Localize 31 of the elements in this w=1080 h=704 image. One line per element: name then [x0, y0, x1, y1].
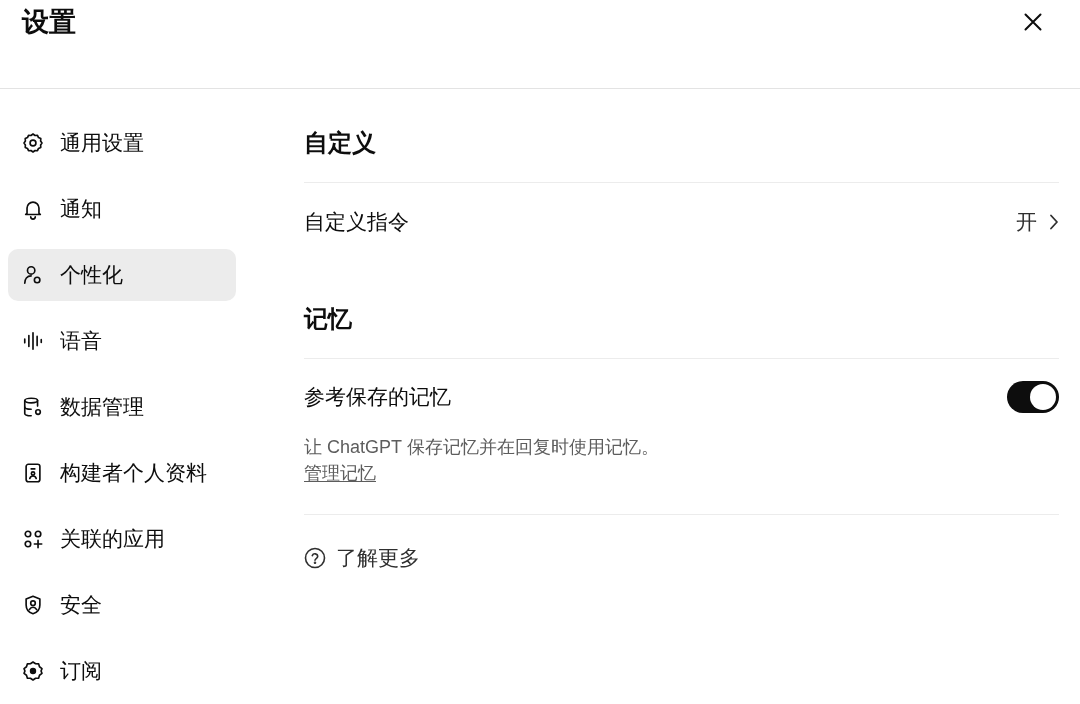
- person-icon: [22, 264, 44, 286]
- sidebar-item[interactable]: 关联的应用: [8, 513, 236, 565]
- chevron-right-icon: [1049, 214, 1059, 230]
- waveform-icon: [22, 330, 44, 352]
- setting-label: 参考保存的记忆: [304, 384, 451, 410]
- learn-more-link[interactable]: 了解更多: [304, 544, 420, 572]
- section-heading: 记忆: [304, 304, 352, 334]
- gear-icon: [22, 132, 44, 154]
- sidebar-item[interactable]: 个性化: [8, 249, 236, 301]
- close-icon: [1024, 13, 1042, 31]
- sidebar-item[interactable]: 通知: [8, 183, 236, 235]
- sidebar-item[interactable]: 通用设置: [8, 117, 236, 169]
- database-icon: [22, 396, 44, 418]
- toggle-switch[interactable]: [1007, 381, 1059, 413]
- setting-value-button[interactable]: 开: [1016, 208, 1059, 236]
- sidebar-item[interactable]: 数据管理: [8, 381, 236, 433]
- setting-description: 让 ChatGPT 保存记忆并在回复时使用记忆。: [304, 436, 660, 459]
- id-badge-icon: [22, 462, 44, 484]
- apps-icon: [22, 528, 44, 550]
- dot-badge-icon: [22, 660, 44, 682]
- window-title: 设置: [22, 6, 76, 38]
- help-icon: [304, 547, 326, 569]
- manage-memory-link[interactable]: 管理记忆: [304, 463, 376, 483]
- bell-icon: [22, 198, 44, 220]
- shield-icon: [22, 594, 44, 616]
- section-heading: 自定义: [304, 128, 376, 158]
- sidebar-item[interactable]: 安全: [8, 579, 236, 631]
- setting-label: 自定义指令: [304, 209, 409, 235]
- sidebar-item[interactable]: 订阅: [8, 645, 236, 697]
- sidebar-item[interactable]: 语音: [8, 315, 236, 367]
- sidebar-item[interactable]: 构建者个人资料: [8, 447, 236, 499]
